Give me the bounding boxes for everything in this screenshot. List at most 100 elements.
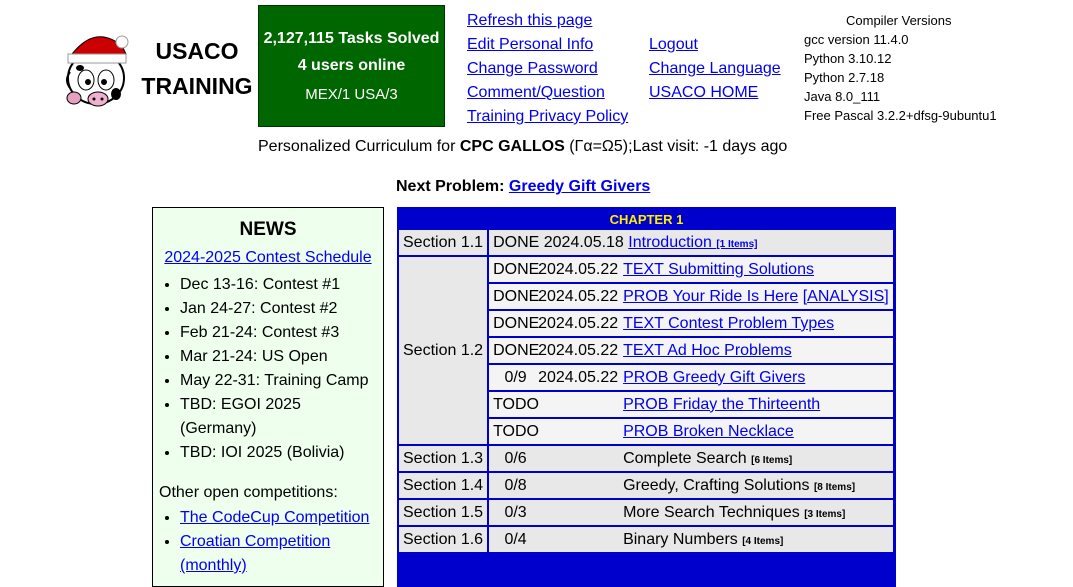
items-count: [6 Items] [751,454,793,466]
refresh-link[interactable]: Refresh this page [467,9,628,33]
news-item: Mar 21-24: US Open [180,345,377,369]
lesson-link[interactable]: PROB Friday the Thirteenth [623,396,820,413]
users-online-count: 4 users online [297,57,406,74]
table-row: Section 1.3 0/6 Complete Search [6 Items] [399,446,893,471]
section-detail: 0/4 Binary Numbers [4 Items] [489,527,893,552]
account-links-left: Refresh this page Edit Personal Info Cha… [467,9,628,129]
section-label: Section 1.6 [399,527,488,552]
section-label: Section 1.3 [399,446,488,471]
lesson-row: TODO PROB Friday the Thirteenth [489,392,893,417]
introduction-link[interactable]: Introduction [1 Items] [628,234,757,251]
lesson-link[interactable]: PROB Your Ride Is Here [623,288,798,305]
status-text: DONE [493,341,540,359]
date-text: 2024.05.22 [538,314,619,332]
competitions-list: The CodeCup Competition Croatian Competi… [159,506,377,578]
logout-link[interactable]: Logout [649,33,781,57]
competition-item: The CodeCup Competition [180,506,377,530]
change-language-link[interactable]: Change Language [649,57,781,81]
compiler-item: Free Pascal 3.2.2+dfsg-9ubuntu1 [804,108,997,123]
comment-question-link[interactable]: Comment/Question [467,81,628,105]
edit-personal-info-link[interactable]: Edit Personal Info [467,33,628,57]
section-name: More Search Techniques [623,503,805,521]
news-item: May 22-31: Training Camp [180,369,377,393]
analysis-link[interactable]: [ANALYSIS] [803,288,889,305]
items-count: [4 Items] [742,535,784,547]
section-name: Binary Numbers [623,530,743,548]
brand-usaco: USACO [155,38,239,64]
lesson-row: DONE2024.05.22 TEXT Ad Hoc Problems [489,338,893,363]
status-text: TODO [493,395,539,413]
countries-online: MEX/1 USA/3 [305,86,398,103]
lesson-row: DONE2024.05.22 PROB Your Ride Is Here [AN… [489,284,893,309]
news-list: Dec 13-16: Contest #1 Jan 24-27: Contest… [159,273,377,465]
lesson-link[interactable]: TEXT Contest Problem Types [623,315,834,332]
news-panel: NEWS 2024-2025 Contest Schedule Dec 13-1… [152,207,384,587]
lesson-link[interactable]: TEXT Ad Hoc Problems [623,342,792,359]
section-name: Complete Search [623,449,752,467]
section-detail: DONE 2024.05.18 Introduction [1 Items] [489,230,893,255]
curriculum-line: Personalized Curriculum for CPC GALLOS (… [258,138,787,156]
compiler-versions-title: Compiler Versions [846,13,952,28]
table-row: Section 1.5 0/3 More Search Techniques [3… [399,500,893,525]
usaco-home-link[interactable]: USACO HOME [649,81,781,105]
croatian-competition-link[interactable]: Croatian Competition (monthly) [180,533,330,574]
date-text: 2024.05.22 [538,368,619,386]
items-count: [1 Items] [716,238,758,250]
next-problem: Next Problem: Greedy Gift Givers [396,178,650,196]
news-item: Feb 21-24: Contest #3 [180,321,377,345]
progress-text: 0/3 [504,503,527,521]
chapter-title: CHAPTER 1 [609,212,684,227]
news-item: TBD: IOI 2025 (Bolivia) [180,441,377,465]
status-text: TODO [493,422,539,440]
news-title: NEWS [239,219,297,240]
competition-item: Croatian Competition (monthly) [180,530,377,578]
brand-training: TRAINING [141,73,253,99]
section-detail: 0/8 Greedy, Crafting Solutions [8 Items] [489,473,893,498]
privacy-policy-link[interactable]: Training Privacy Policy [467,105,628,129]
next-problem-link[interactable]: Greedy Gift Givers [509,178,650,195]
lesson-row: DONE2024.05.22 TEXT Contest Problem Types [489,311,893,336]
date-text: 2024.05.18 [543,233,624,251]
lesson-link[interactable]: TEXT Submitting Solutions [623,261,814,278]
section-detail: 0/6 Complete Search [6 Items] [489,446,893,471]
lesson-row: TODO PROB Broken Necklace [489,419,893,444]
news-item: Jan 24-27: Contest #2 [180,297,377,321]
table-row: Section 1.2 DONE2024.05.22 TEXT Submittin… [399,257,893,444]
status-text: DONE [493,287,540,305]
chapter-panel: CHAPTER 1 Section 1.1 DONE 2024.05.18 In… [397,207,896,587]
progress-text: 0/4 [504,530,527,548]
section-label: Section 1.2 [399,257,488,444]
lesson-link[interactable]: PROB Broken Necklace [623,423,794,440]
news-item: Dec 13-16: Contest #1 [180,273,377,297]
section-name: Greedy, Crafting Solutions [623,476,814,494]
date-text: 2024.05.22 [538,260,619,278]
table-row: Section 1.6 0/4 Binary Numbers [4 Items] [399,527,893,552]
lesson-row: DONE2024.05.22 TEXT Submitting Solutions [489,257,893,282]
compiler-item: Java 8.0_111 [804,89,881,104]
compiler-item: gcc version 11.4.0 [804,32,909,47]
section-label: Section 1.4 [399,473,488,498]
usaco-logo: USACO TRAINING [60,24,255,110]
contest-schedule-link[interactable]: 2024-2025 Contest Schedule [164,249,371,266]
section-detail: 0/3 More Search Techniques [3 Items] [489,500,893,525]
progress-text: 0/8 [504,476,527,494]
table-row: Section 1.1 DONE 2024.05.18 Introduction… [399,230,893,255]
lesson-link[interactable]: PROB Greedy Gift Givers [623,369,805,386]
status-text: DONE [493,260,540,278]
lesson-row: 0/9 2024.05.22 PROB Greedy Gift Givers [489,365,893,390]
change-password-link[interactable]: Change Password [467,57,628,81]
section-label: Section 1.1 [399,230,488,255]
items-count: [8 Items] [813,481,856,493]
curriculum-suffix: (Γα=Ω5);Last visit: -1 days ago [564,138,788,155]
cow-mascot-icon [66,35,129,107]
curriculum-prefix: Personalized Curriculum for [258,138,460,155]
compiler-item: Python 3.10.12 [804,51,892,66]
status-text: DONE [493,233,540,251]
tasks-solved-count: 2,127,115 Tasks Solved [263,30,440,47]
section-label: Section 1.5 [399,500,488,525]
progress-text: 0/6 [504,449,527,467]
next-problem-label: Next Problem: [396,178,509,195]
chapter-table: Section 1.1 DONE 2024.05.18 Introduction… [397,228,895,554]
status-text: 0/9 [504,368,527,386]
codecup-link[interactable]: The CodeCup Competition [180,509,369,526]
